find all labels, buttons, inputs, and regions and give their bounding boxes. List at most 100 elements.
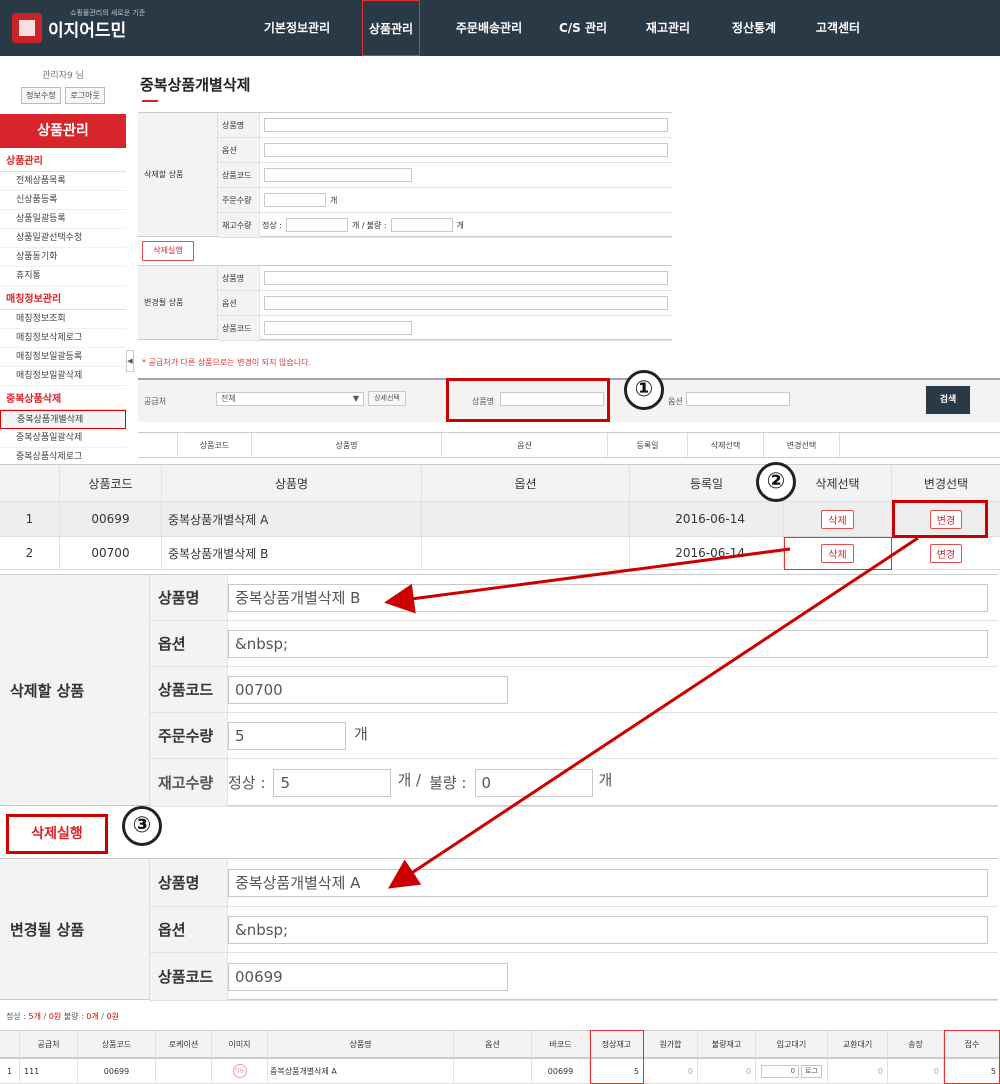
small-bad-input[interactable] [390, 218, 453, 232]
row-cost: 0 [644, 1059, 698, 1083]
change-option-input[interactable]: &nbsp; [228, 915, 988, 944]
sidebar-group-product[interactable]: 상품관리 [0, 148, 126, 172]
sidebar-toggle-icon[interactable]: ◀ [126, 350, 134, 372]
sidebar-item[interactable]: 신상품등록 [0, 191, 126, 210]
stock-table-header: 공급처 상품코드 로케이션 이미지 상품명 옵션 바코드 정상재고 원가합 불량… [0, 1030, 1000, 1058]
col-header: 이미지 [212, 1031, 268, 1057]
col-header: 상품코드 [60, 465, 162, 501]
log-button[interactable]: 로그 [801, 1064, 822, 1078]
delete-option-input[interactable]: &nbsp; [228, 629, 988, 658]
change-select-button[interactable]: 변경 [929, 543, 963, 563]
nav-settlement[interactable]: 정산통계 [722, 0, 786, 56]
delete-exec-button[interactable]: 삭제실행 [6, 814, 108, 854]
nav-product[interactable]: 상품관리 [362, 0, 420, 56]
col-header: 상품코드 [78, 1031, 156, 1057]
row-date: 2016-06-14 [630, 502, 784, 536]
bad-text: 불량 : [366, 220, 387, 230]
col-header: 옵션 [454, 1031, 532, 1057]
highlight-delete-button [784, 537, 892, 570]
supplier-note: * 공급처가 다른 상품으로는 변경이 되지 않습니다. [142, 358, 311, 367]
nav-cs[interactable]: C/S 관리 [552, 0, 614, 56]
logout-button[interactable]: 로그아웃 [65, 87, 105, 104]
unit-text: 개 [330, 195, 338, 205]
delete-bad-input[interactable]: 0 [474, 768, 593, 797]
small-change-code-input[interactable] [264, 321, 412, 335]
delete-qty-input[interactable]: 5 [228, 721, 346, 750]
col-header: 공급처 [20, 1031, 78, 1057]
small-delete-name-input[interactable] [264, 118, 668, 132]
search-option-label: 옵션 [668, 397, 683, 406]
sidebar-item[interactable]: 휴지통 [0, 267, 126, 286]
nav-support[interactable]: 고객센터 [806, 0, 870, 56]
nav-basic-info[interactable]: 기본정보관리 [252, 0, 342, 56]
row-option [454, 1059, 532, 1083]
edit-info-button[interactable]: 정보수정 [21, 87, 61, 104]
unit-text: 개 [598, 771, 613, 789]
row-bad: 0 [698, 1059, 756, 1083]
delete-code-input[interactable]: 00700 [228, 675, 508, 704]
small-change-label: 변경될 상품 [138, 266, 218, 339]
field-label: 옵션 [150, 907, 228, 952]
change-name-input[interactable]: 중복상품개별삭제 A [228, 868, 988, 897]
row-no: 2 [0, 537, 60, 569]
sidebar-item[interactable]: 상품일괄선택수정 [0, 229, 126, 248]
sidebar-item[interactable]: 상품일괄등록 [0, 210, 126, 229]
search-option-input[interactable] [686, 392, 790, 406]
sidebar: 관리자9 님 정보수정 로그아웃 상품관리 상품관리 전체상품목록 신상품등록 … [0, 62, 126, 467]
unit-text: 개 / [351, 220, 365, 230]
nav-stock[interactable]: 재고관리 [636, 0, 700, 56]
sidebar-group-duplicate[interactable]: 중복상품삭제 [0, 386, 126, 410]
small-normal-input[interactable] [285, 218, 348, 232]
supplier-select[interactable]: 전체 ▼ [216, 392, 364, 406]
small-exec-button[interactable]: 삭제실행 [142, 241, 194, 261]
wait-input[interactable]: 0 [761, 1064, 800, 1078]
sidebar-item[interactable]: 매칭정보일괄삭제 [0, 367, 126, 386]
small-delete-label: 삭제할 상품 [138, 113, 218, 236]
table-row[interactable]: 1 00699 중복상품개별삭제 A 2016-06-14 삭제 변경 [0, 502, 1000, 537]
sidebar-item[interactable]: 중복상품일괄삭제 [0, 429, 126, 448]
field-label: 재고수량 [150, 759, 228, 806]
supplier-label: 공급처 [144, 397, 167, 406]
change-code-input[interactable]: 00699 [228, 962, 508, 991]
sidebar-item-selected[interactable]: 중복상품개별삭제 [0, 410, 126, 429]
logo[interactable]: 이지어드민 쇼핑몰관리의 새로운 기준 [12, 9, 145, 46]
col-header: 로케이션 [156, 1031, 212, 1057]
table-row[interactable]: 1 111 00699 없음 중복상품개별삭제 A 00699 5 0 0 0로… [0, 1058, 1000, 1084]
field-label: 상품코드 [218, 163, 260, 187]
small-change-name-input[interactable] [264, 271, 668, 285]
col-header: 삭제선택 [784, 465, 892, 501]
dropdown-arrow-icon: ▼ [352, 394, 359, 403]
col-header: 상품명 [162, 465, 422, 501]
field-label: 상품명 [218, 113, 260, 137]
sidebar-item[interactable]: 매칭정보조회 [0, 310, 126, 329]
sidebar-item[interactable]: 매칭정보삭제로그 [0, 329, 126, 348]
delete-name-input[interactable]: 중복상품개별삭제 B [228, 583, 988, 612]
field-label: 상품코드 [150, 953, 228, 1000]
field-label: 상품코드 [150, 667, 228, 712]
row-location [156, 1059, 212, 1083]
normal-text: 정상 : [262, 220, 282, 230]
delete-normal-input[interactable]: 5 [273, 768, 392, 797]
logo-cube-icon [12, 13, 42, 43]
small-delete-qty-input[interactable] [264, 193, 326, 207]
col-header: 불량재고 [698, 1031, 756, 1057]
row-no: 1 [0, 502, 60, 536]
marker-3: ③ [122, 806, 162, 846]
page-title: 중복상품개별삭제 [140, 76, 251, 94]
col-header: 원가합 [644, 1031, 698, 1057]
nav-order[interactable]: 주문배송관리 [444, 0, 534, 56]
row-code: 00699 [60, 502, 162, 536]
sidebar-item[interactable]: 전체상품목록 [0, 172, 126, 191]
sidebar-item[interactable]: 상품동기화 [0, 248, 126, 267]
small-delete-form: 삭제할 상품 상품명 옵션 상품코드 주문수량 개 재고수량 정상 : 개 / … [138, 112, 672, 238]
sidebar-group-matching[interactable]: 매칭정보관리 [0, 286, 126, 310]
search-button[interactable]: 검색 [926, 386, 970, 414]
sidebar-item[interactable]: 매칭정보일괄등록 [0, 348, 126, 367]
small-delete-code-input[interactable] [264, 168, 412, 182]
detail-select-button[interactable]: 상세선택 [368, 391, 406, 406]
small-change-option-input[interactable] [264, 296, 668, 310]
small-delete-option-input[interactable] [264, 143, 668, 157]
delete-select-button[interactable]: 삭제 [821, 509, 854, 529]
delete-target-form: 삭제할 상품 상품명 중복상품개별삭제 B 옵션 &nbsp; 상품코드 007… [0, 574, 998, 807]
col-header: 옵션 [422, 465, 630, 501]
